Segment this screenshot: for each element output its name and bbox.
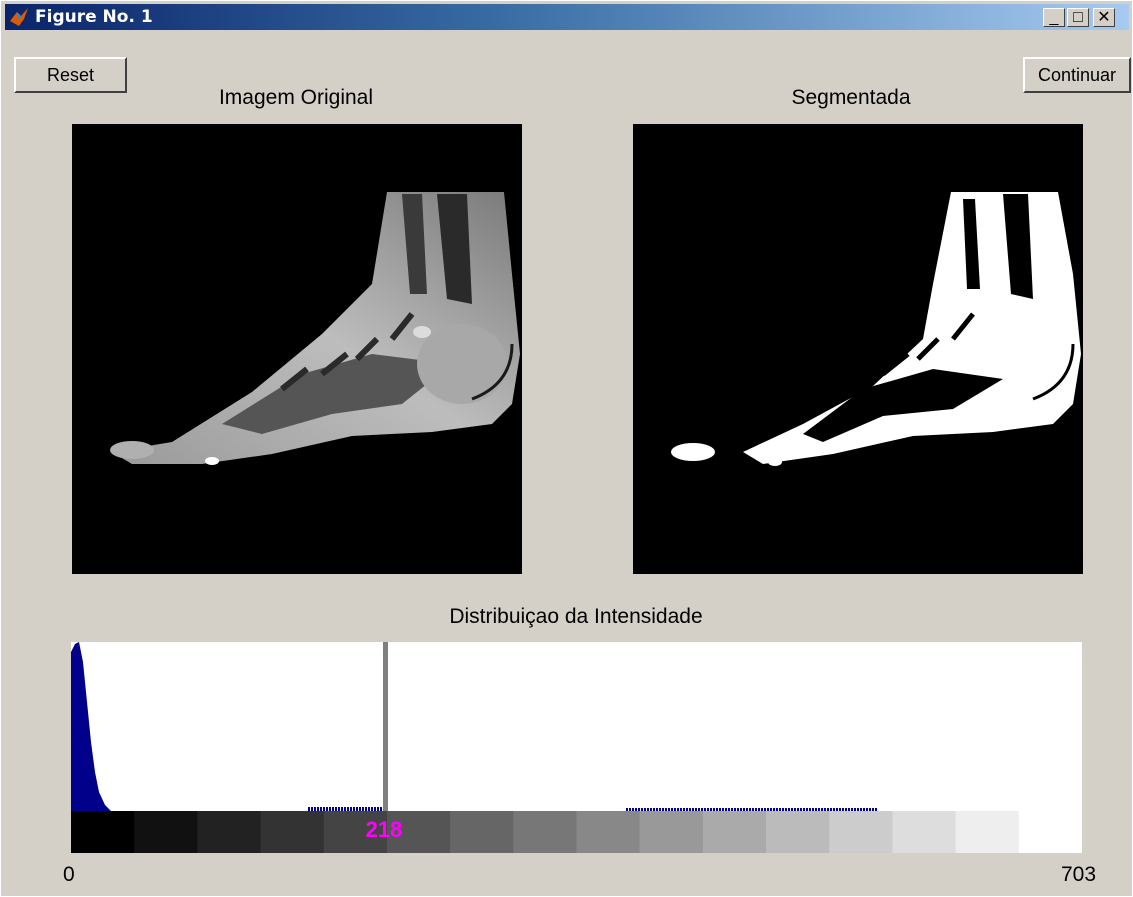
- colorbar-step: [639, 811, 704, 853]
- reset-button[interactable]: Reset: [14, 57, 127, 93]
- colorbar-step: [450, 811, 514, 853]
- colorbar-step: [766, 811, 830, 853]
- x-max-label: 703: [1061, 863, 1097, 886]
- maximize-button[interactable]: □: [1067, 8, 1089, 27]
- original-image-title: Imagem Original: [218, 86, 374, 109]
- window-title: Figure No. 1: [35, 7, 153, 27]
- colorbar-step: [829, 811, 893, 853]
- continue-button[interactable]: Continuar: [1023, 57, 1131, 93]
- title-bar[interactable]: Figure No. 1 _ □ ✕: [5, 4, 1129, 30]
- minimize-button[interactable]: _: [1043, 8, 1065, 27]
- x-min-label: 0: [63, 863, 75, 886]
- threshold-line[interactable]: [383, 642, 388, 811]
- histogram-plot: [71, 642, 877, 811]
- colorbar-step: [1018, 811, 1082, 853]
- original-image-panel: [72, 124, 522, 574]
- intensity-colorbar: [71, 811, 1082, 853]
- colorbar-step: [576, 811, 641, 853]
- colorbar-step: [702, 811, 767, 853]
- close-button[interactable]: ✕: [1093, 8, 1115, 27]
- segmented-foot-image: [671, 192, 1081, 466]
- histogram-title: Distribuiçao da Intensidade: [449, 605, 703, 628]
- figure-window: Figure No. 1 _ □ ✕ Reset Continuar Image…: [0, 0, 1133, 897]
- colorbar-step: [892, 811, 957, 853]
- colorbar-step: [134, 811, 198, 853]
- matlab-logo-icon: [10, 8, 28, 26]
- colorbar-step: [260, 811, 325, 853]
- foot-mri-image: [110, 192, 520, 465]
- histogram-peak: [71, 642, 111, 811]
- threshold-value: 218: [365, 817, 403, 842]
- colorbar-step: [71, 811, 135, 853]
- segmented-image-panel: [633, 124, 1083, 574]
- segmented-image-title: Segmentada: [791, 86, 911, 109]
- colorbar-step: [197, 811, 262, 853]
- colorbar-step: [955, 811, 1020, 853]
- colorbar-step: [513, 811, 577, 853]
